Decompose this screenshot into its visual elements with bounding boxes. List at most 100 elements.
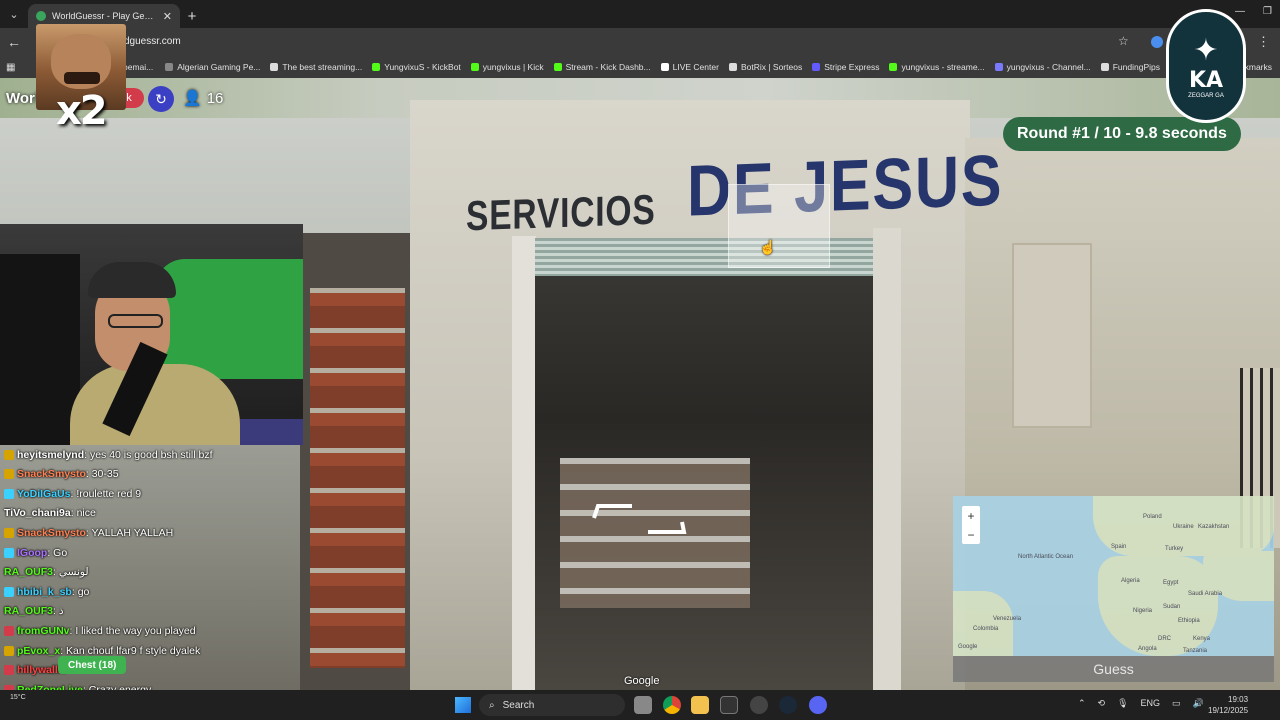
restore-icon[interactable]: ❐ xyxy=(1263,6,1272,17)
chat-text: : !roulette red 9 xyxy=(70,488,142,500)
bookmark-favicon-icon xyxy=(889,63,898,71)
clock-date: 19/12/2025 xyxy=(1208,706,1249,715)
map-place-label: Tanzania xyxy=(1183,648,1208,654)
clock[interactable]: 19:03 19/12/2025 xyxy=(1208,694,1248,716)
bookmark-star-icon[interactable]: ☆ xyxy=(1118,34,1129,48)
bookmark-favicon-icon xyxy=(270,63,279,71)
green-screen xyxy=(155,259,303,379)
guess-button[interactable]: Guess xyxy=(953,656,1274,682)
browser-menu-icon[interactable]: ⋮ xyxy=(1257,34,1270,50)
bookmark-item[interactable]: The best streaming... xyxy=(265,62,367,72)
shop-sign-part1: SERVICIOS xyxy=(466,185,656,240)
bookmark-favicon-icon xyxy=(553,63,562,71)
back-arrow-icon[interactable]: ← xyxy=(0,34,28,50)
chat-badge-icon xyxy=(4,450,14,460)
chat-text: : nice xyxy=(70,507,96,519)
tab-search-icon[interactable]: ⌄ xyxy=(0,0,28,28)
terminal-icon[interactable] xyxy=(720,696,738,714)
bookmark-item[interactable]: Stream - Kick Dashb... xyxy=(549,62,656,72)
bookmark-label: yungvixus - Channel... xyxy=(1006,62,1091,72)
language-indicator[interactable]: ENG xyxy=(1141,698,1161,709)
bookmark-item[interactable]: FundingPips xyxy=(1096,62,1165,72)
bookmark-label: BotRix | Sorteos xyxy=(740,62,803,72)
steam-icon[interactable] xyxy=(779,696,797,714)
chat-badge-icon xyxy=(4,548,14,558)
chat-message: IGoop: Go xyxy=(4,545,67,561)
map-place-label: Sudan xyxy=(1163,604,1181,610)
chat-username[interactable]: hbibi_k_sb xyxy=(17,586,72,598)
windows-taskbar: 15°C ⌕ Search ⌃ ⟲ 🎙 ENG ▭ 🔊 19:03 19/12/… xyxy=(0,690,1280,720)
chat-text: : ذ xyxy=(53,605,64,617)
chat-username[interactable]: TiVo_chani9a xyxy=(4,507,71,519)
chat-username[interactable]: YoDiIGaUs xyxy=(17,488,70,500)
webcam-overlay xyxy=(0,224,303,445)
chat-text: : 30-35 xyxy=(85,468,119,480)
bookmark-item[interactable]: YungvixuS - KickBot xyxy=(367,62,466,72)
chat-username[interactable]: SnackSmysto xyxy=(17,468,86,480)
bookmark-label: yungvixus | Kick xyxy=(482,62,544,72)
map-place-label: Algeria xyxy=(1121,578,1140,584)
bookmark-item[interactable]: yungvixus - Channel... xyxy=(990,62,1096,72)
bookmark-favicon-icon xyxy=(728,63,737,71)
refresh-icon: ↻ xyxy=(155,90,167,107)
zoom-in-button[interactable]: + xyxy=(962,506,980,525)
file-explorer-icon[interactable] xyxy=(691,696,709,714)
discord-icon[interactable] xyxy=(809,696,827,714)
chat-message: SnackSmysto: 30-35 xyxy=(4,466,119,482)
chat-text: : لونسي xyxy=(53,566,89,578)
player-count-value: 16 xyxy=(206,89,224,107)
bookmark-item[interactable]: Algerian Gaming Pe... xyxy=(160,62,265,72)
all-bookmarks-link[interactable]: kmarks xyxy=(1245,62,1272,72)
tray-sync-icon[interactable]: ⟲ xyxy=(1098,698,1106,709)
minimize-icon[interactable]: — xyxy=(1235,6,1245,17)
chat-text: : yes 40 is good bsh still bzf xyxy=(84,449,213,461)
task-view-icon[interactable] xyxy=(634,696,652,714)
map-place-label: Saudi Arabia xyxy=(1188,591,1223,597)
new-tab-icon[interactable]: + xyxy=(180,4,204,28)
bookmark-item[interactable]: LIVE Center xyxy=(656,62,724,72)
chat-username[interactable]: RA_OUF3 xyxy=(4,566,53,578)
network-icon[interactable]: ▭ xyxy=(1172,698,1181,709)
bookmark-label: FundingPips xyxy=(1112,62,1160,72)
tray-chevron-icon[interactable]: ⌃ xyxy=(1078,698,1086,709)
chat-username[interactable]: IGoop xyxy=(17,547,47,559)
close-tab-icon[interactable]: ✕ xyxy=(163,10,172,23)
wall-poster xyxy=(1012,243,1092,428)
chat-badge-icon xyxy=(4,528,14,538)
bookmark-label: LIVE Center xyxy=(672,62,719,72)
chat-username[interactable]: SnackSmysto xyxy=(17,527,86,539)
reset-view-button[interactable]: ↻ xyxy=(148,86,174,112)
chest-button[interactable]: Chest (18) xyxy=(58,656,127,674)
windows-start-icon[interactable] xyxy=(455,697,471,713)
bookmark-label: Stream - Kick Dashb... xyxy=(565,62,651,72)
bookmark-item[interactable]: Stripe Express xyxy=(807,62,884,72)
chrome-icon[interactable] xyxy=(663,696,681,714)
zoom-out-button[interactable]: − xyxy=(962,525,980,544)
apps-grid-icon[interactable]: ▦ xyxy=(6,62,20,73)
hand-cursor-icon: ☝ xyxy=(759,239,777,255)
bookmark-item[interactable]: BotRix | Sorteos xyxy=(724,62,807,72)
shop-pillar-right xyxy=(873,228,901,690)
bookmark-label: Algerian Gaming Pe... xyxy=(177,62,261,72)
chat-username[interactable]: RA_OUF3 xyxy=(4,605,53,617)
map-zoom-control: + − xyxy=(962,506,980,544)
guess-minimap[interactable]: Kazakhstan Poland Ukraine Spain Turkey North … xyxy=(953,496,1274,656)
obs-icon[interactable] xyxy=(750,696,768,714)
map-place-label: Nigeria xyxy=(1133,608,1153,614)
player-count: 👤 16 xyxy=(183,89,224,108)
microphone-icon[interactable]: 🎙 xyxy=(1117,698,1128,709)
weather-widget[interactable]: 15°C xyxy=(10,694,26,701)
chat-username[interactable]: fromGUNv xyxy=(17,625,70,637)
bookmark-item[interactable]: yungvixus | Kick xyxy=(466,62,549,72)
url-text[interactable]: dguessr.com xyxy=(124,36,181,47)
logo-text: KA xyxy=(1188,68,1224,93)
chat-username[interactable]: pEvox_x xyxy=(17,645,60,657)
worldguessr-favicon-icon xyxy=(36,11,46,21)
chat-username[interactable]: heyitsmelynd xyxy=(17,449,84,461)
back-button-label: k xyxy=(126,92,132,104)
volume-icon[interactable]: 🔊 xyxy=(1193,698,1204,709)
navigation-arrow-icon[interactable] xyxy=(592,502,688,536)
bookmark-item[interactable]: yungvixus - streame... xyxy=(884,62,989,72)
taskbar-search[interactable]: ⌕ Search xyxy=(479,694,625,716)
extension-icon[interactable] xyxy=(1151,36,1163,48)
